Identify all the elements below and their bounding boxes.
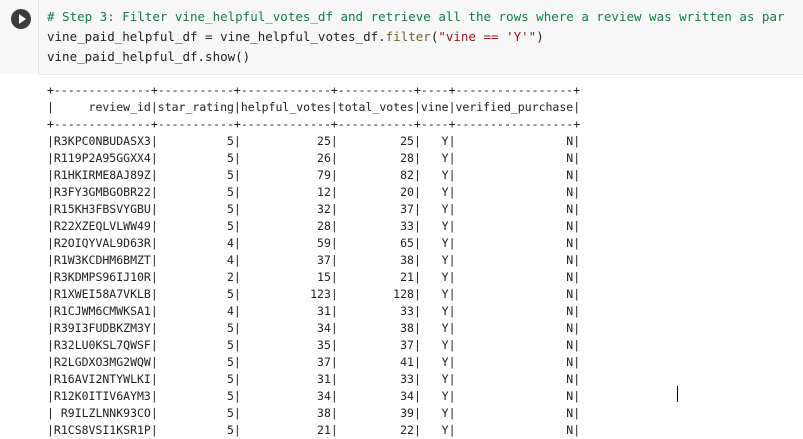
table-header-row: | review_id|star_rating|helpful_votes|to… <box>47 100 581 114</box>
cell-gutter <box>0 0 39 74</box>
table-row: |R16AVI2NTYWLKI| 5| 31| 33| Y| N| <box>47 372 581 386</box>
table-row: |R119P2A95GGXX4| 5| 26| 28| Y| N| <box>47 151 581 165</box>
text-cursor <box>677 386 678 402</box>
code-line-2[interactable]: vine_paid_helpful_df = vine_helpful_vote… <box>47 27 544 47</box>
table-row: |R15KH3FBSVYGBU| 5| 32| 37| Y| N| <box>47 202 581 216</box>
table-border-line: +--------------+-----------+------------… <box>47 117 581 131</box>
dataframe-show-output: +--------------+-----------+------------… <box>47 82 580 439</box>
table-row: | R9ILZLNNK93CO| 5| 38| 39| Y| N| <box>47 406 581 420</box>
code-token: "vine == 'Y'" <box>438 29 537 44</box>
table-row: |R1W3KCDHM6BMZT| 4| 37| 38| Y| N| <box>47 253 581 267</box>
table-row: |R1XWEI58A7VKLB| 5| 123| 128| Y| N| <box>47 287 581 301</box>
table-row: |R32LU0KSL7QWSF| 5| 35| 37| Y| N| <box>47 338 581 352</box>
table-border-line: +--------------+-----------+------------… <box>47 83 581 97</box>
table-row: |R1CJWM6CMWKSA1| 4| 31| 33| Y| N| <box>47 304 581 318</box>
code-token: ) <box>536 29 544 44</box>
code-token: filter <box>385 29 431 44</box>
table-row: |R39I3FUDBKZM3Y| 5| 34| 38| Y| N| <box>47 321 581 335</box>
table-row: |R1CS8VSI1KSR1P| 5| 21| 22| Y| N| <box>47 423 581 437</box>
table-row: |R2LGDXO3MG2WQW| 5| 37| 41| Y| N| <box>47 355 581 369</box>
table-row: |R1HKIRME8AJ89Z| 5| 79| 82| Y| N| <box>47 168 581 182</box>
run-cell-button[interactable] <box>11 9 31 29</box>
table-row: |R3FY3GMBGOBR22| 5| 12| 20| Y| N| <box>47 185 581 199</box>
code-editor[interactable]: # Step 3: Filter vine_helpful_votes_df a… <box>39 0 803 75</box>
table-row: |R12K0ITIV6AYM3| 5| 34| 34| Y| N| <box>47 389 581 403</box>
table-row: |R22XZEQLVLWW49| 5| 28| 33| Y| N| <box>47 219 581 233</box>
cell-output: +--------------+-----------+------------… <box>39 82 803 439</box>
table-row: |R3KPC0NBUDASX3| 5| 25| 25| Y| N| <box>47 134 581 148</box>
code-token: vine_paid_helpful_df.show() <box>47 49 251 64</box>
code-line-3[interactable]: vine_paid_helpful_df.show() <box>47 47 250 67</box>
table-row: |R2OIQYVAL9D63R| 4| 59| 65| Y| N| <box>47 236 581 250</box>
table-row: |R3KDMPS96IJ10R| 2| 15| 21| Y| N| <box>47 270 581 284</box>
code-token: # Step 3: Filter vine_helpful_votes_df a… <box>47 9 785 24</box>
code-line-1[interactable]: # Step 3: Filter vine_helpful_votes_df a… <box>47 7 785 27</box>
code-token: vine_paid_helpful_df = vine_helpful_vote… <box>47 29 386 44</box>
